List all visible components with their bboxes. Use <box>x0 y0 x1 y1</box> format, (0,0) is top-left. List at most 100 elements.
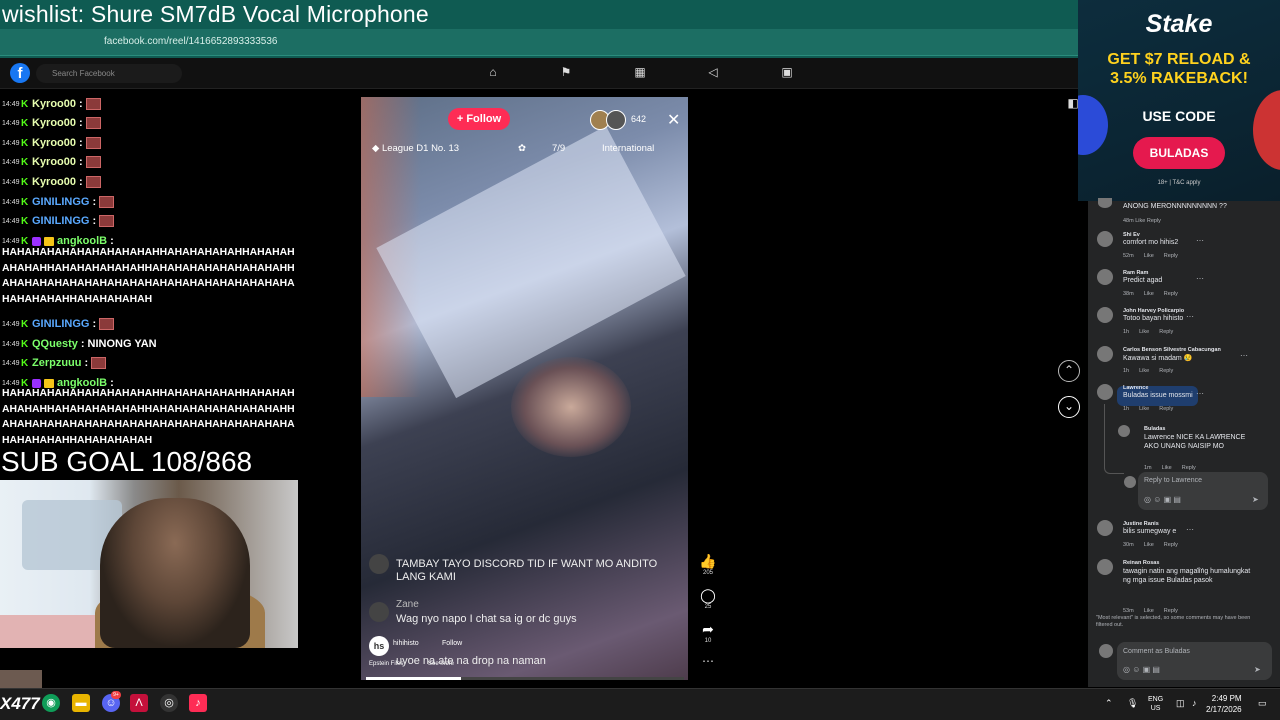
more-icon[interactable]: ⋯ <box>697 654 719 668</box>
like-link[interactable]: Like <box>1139 329 1149 335</box>
clock[interactable]: 2:49 PM 2/17/2026 <box>1206 693 1242 715</box>
reply-link[interactable]: Reply <box>1159 329 1173 335</box>
commenter-name[interactable]: Shi Ev <box>1123 232 1140 238</box>
like-link[interactable]: Like <box>1144 253 1154 259</box>
reply-link[interactable]: Reply <box>1164 291 1178 297</box>
commenter-avatar[interactable] <box>1097 231 1113 247</box>
marketplace-icon[interactable]: ▦ <box>633 65 647 79</box>
commenter-name[interactable]: John Harvey Policarpio <box>1123 308 1184 314</box>
video-face <box>511 357 631 457</box>
app-icon[interactable]: Λ <box>130 694 148 712</box>
more-options-icon[interactable]: ⋯ <box>1196 564 1204 573</box>
more-options-icon[interactable]: ⋯ <box>1240 351 1248 360</box>
home-icon[interactable]: ⌂ <box>486 65 500 79</box>
close-icon[interactable]: ✕ <box>667 110 680 130</box>
emoji-icons[interactable]: ◎ ☺ ▣ ▤ <box>1144 495 1181 504</box>
reply-link[interactable]: Reply <box>1164 542 1178 548</box>
gaming-icon[interactable]: ▣ <box>780 65 794 79</box>
ad-headline: GET $7 RELOAD & 3.5% RAKEBACK! <box>1107 51 1251 87</box>
chat-username[interactable]: GINILINGG <box>32 196 89 208</box>
commenter-name[interactable]: Lawrence <box>1123 385 1148 391</box>
language-indicator[interactable]: ENG US <box>1148 695 1163 713</box>
commenter-avatar[interactable] <box>1097 520 1113 536</box>
more-options-icon[interactable]: ⋯ <box>1196 236 1204 245</box>
like-link[interactable]: Like <box>1139 368 1149 374</box>
reply-placeholder[interactable]: Reply to Lawrence <box>1144 477 1202 484</box>
more-options-icon[interactable]: ⋯ <box>1196 389 1204 398</box>
more-options-icon[interactable]: ⋯ <box>1186 525 1194 534</box>
obs-icon[interactable]: ◎ <box>160 694 178 712</box>
volume-icon[interactable]: ♪ <box>1192 698 1197 708</box>
chat-username[interactable]: GINILINGG <box>32 215 89 227</box>
send-icon[interactable]: ➤ <box>1252 495 1259 504</box>
flag-icon[interactable]: ⚑ <box>559 65 573 79</box>
creator-name[interactable]: hihihisto <box>393 640 419 647</box>
share-action[interactable]: ➦ 10 <box>697 621 719 644</box>
like-link[interactable]: Like <box>1144 542 1154 548</box>
commenter-name[interactable]: Buladas <box>1144 426 1165 432</box>
chat-username[interactable]: QQuesty <box>32 338 78 350</box>
facebook-logo-icon[interactable]: f <box>10 63 30 83</box>
reply-link[interactable]: Reply <box>1164 253 1178 259</box>
commenter-avatar[interactable] <box>1097 269 1113 285</box>
commenter-avatar[interactable] <box>1118 425 1130 437</box>
chat-colon: : <box>84 357 89 369</box>
commenter-avatar[interactable] <box>1097 346 1113 362</box>
comment-text: comfort mo hihis2 <box>1123 239 1179 246</box>
commenter-name[interactable]: Carlos Benson Silvestre Cabacungan <box>1123 347 1221 353</box>
stake-ad[interactable]: Stake GET $7 RELOAD & 3.5% RAKEBACK! USE … <box>1078 0 1280 201</box>
reel-video[interactable] <box>361 97 688 680</box>
send-icon[interactable]: ➤ <box>1254 665 1261 674</box>
megaphone-icon[interactable]: ◁ <box>706 65 720 79</box>
reply-link[interactable]: Reply <box>1182 465 1196 471</box>
network-icon[interactable]: ◫ <box>1176 698 1185 709</box>
chat-username[interactable]: Kyroo00 <box>32 137 76 149</box>
commenter-avatar[interactable] <box>1097 307 1113 323</box>
more-options-icon[interactable]: ⋯ <box>1196 274 1204 283</box>
commenter-name[interactable]: Reinan Rosas <box>1123 560 1159 566</box>
more-options-icon[interactable]: ⋯ <box>1186 312 1194 321</box>
comment-meta: 53m Like Reply <box>1123 608 1178 614</box>
clock-date: 2/17/2026 <box>1206 705 1242 714</box>
tiktok-icon[interactable]: ♪ <box>189 694 207 712</box>
chat-username[interactable]: Kyroo00 <box>32 176 76 188</box>
chat-username[interactable]: GINILINGG <box>32 318 89 330</box>
like-link[interactable]: Like <box>1162 465 1172 471</box>
chat-timestamp: 14:49 <box>2 340 20 348</box>
like-link[interactable]: Like <box>1139 406 1149 412</box>
chevron-up-icon[interactable]: ⌃ <box>1105 698 1113 709</box>
comment-action[interactable]: ◯ 25 <box>697 587 719 610</box>
chat-line: 14:49 K Kyroo00: <box>2 156 101 168</box>
creator-avatar[interactable]: hs <box>369 636 389 656</box>
chrome-icon[interactable]: ◉ <box>42 694 60 712</box>
url-text[interactable]: facebook.com/reel/1416652893333536 <box>104 36 277 47</box>
microphone-icon[interactable]: 🎙 <box>1127 698 1138 709</box>
chat-username[interactable]: Kyroo00 <box>32 117 76 129</box>
follow-button[interactable]: + Follow <box>448 108 510 130</box>
reply-link[interactable]: Reply <box>1159 368 1173 374</box>
like-link[interactable]: Like <box>1144 291 1154 297</box>
more-options-icon[interactable]: ⋯ <box>1217 430 1225 439</box>
emoji-icons[interactable]: ◎ ☺ ▣ ▤ <box>1123 665 1160 674</box>
reply-link[interactable]: Reply <box>1164 608 1178 614</box>
file-explorer-icon[interactable]: ▬ <box>72 694 90 712</box>
commenter-avatar[interactable] <box>1097 559 1113 575</box>
notification-icon[interactable]: ▭ <box>1258 698 1267 709</box>
commenter-avatar[interactable] <box>1097 384 1113 400</box>
search-input[interactable]: Search Facebook <box>36 64 182 83</box>
like-action[interactable]: 👍 205 <box>697 553 719 576</box>
commenter-name[interactable]: Ram Ram <box>1123 270 1148 276</box>
video-progress[interactable] <box>366 677 684 680</box>
comment-placeholder[interactable]: Comment as Buladas <box>1123 648 1190 655</box>
kick-icon: K <box>21 176 29 188</box>
reply-link[interactable]: Reply <box>1159 406 1173 412</box>
chat-username[interactable]: Kyroo00 <box>32 98 76 110</box>
chat-username[interactable]: Zerpzuuu <box>32 357 82 369</box>
ad-code-button[interactable]: BULADAS <box>1133 137 1225 169</box>
creator-follow-link[interactable]: Follow <box>442 640 462 647</box>
commenter-name[interactable]: Justine Ranis <box>1123 521 1159 527</box>
chat-username[interactable]: Kyroo00 <box>32 156 76 168</box>
like-link[interactable]: Like <box>1144 608 1154 614</box>
previous-reel-icon[interactable]: ⌃ <box>1058 360 1080 382</box>
next-reel-icon[interactable]: ⌄ <box>1058 396 1080 418</box>
